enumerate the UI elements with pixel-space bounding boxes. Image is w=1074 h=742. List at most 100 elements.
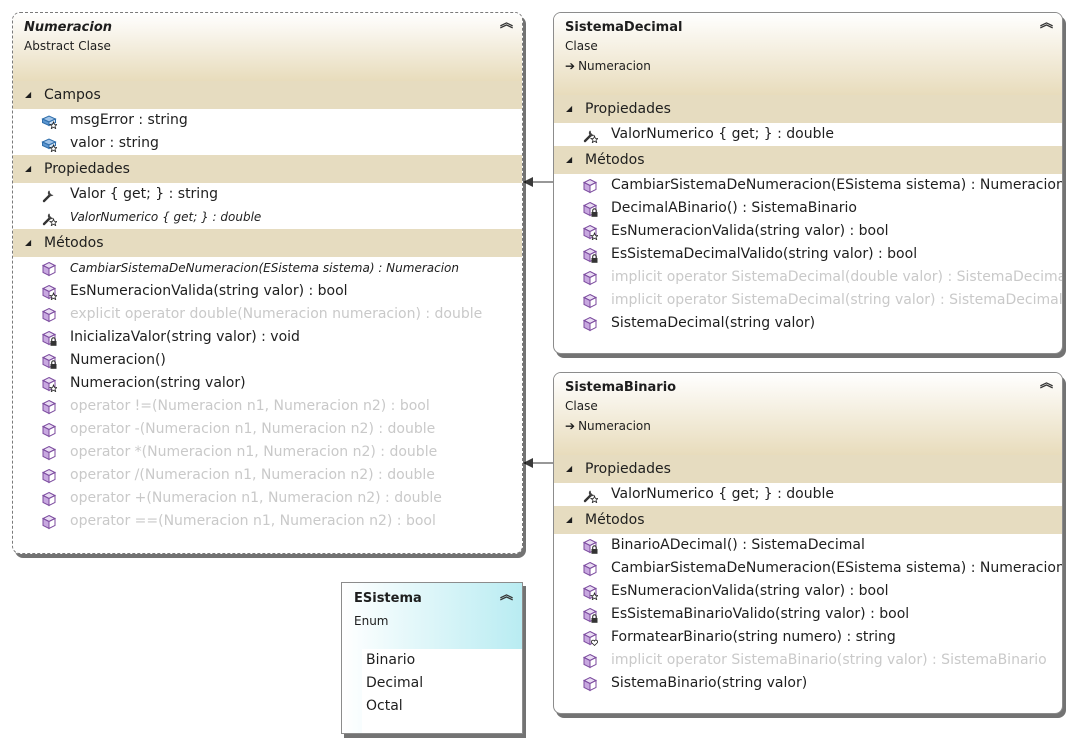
enum-value[interactable]: Octal: [362, 695, 522, 718]
section-header[interactable]: ◢ Métodos: [554, 146, 1062, 174]
member-row[interactable]: operator ==(Numeracion n1, Numeracion n2…: [13, 510, 522, 533]
member-row[interactable]: explicit operator double(Numeracion nume…: [13, 303, 522, 326]
class-stereotype: Clase: [565, 39, 598, 53]
member-row[interactable]: SistemaDecimal(string valor): [554, 312, 1062, 335]
collapse-chevron-icon[interactable]: ︽: [500, 17, 513, 30]
member-row[interactable]: EsSistemaBinarioValido(string valor) : b…: [554, 603, 1062, 626]
method-public-icon: [582, 653, 598, 669]
expand-triangle-icon[interactable]: ◢: [25, 229, 31, 257]
expand-triangle-icon[interactable]: ◢: [566, 146, 572, 174]
property-protected-icon: [41, 210, 59, 227]
member-text: EsSistemaDecimalValido(string valor) : b…: [611, 246, 918, 262]
member-text: Valor { get; } : string: [70, 186, 218, 202]
member-row[interactable]: implicit operator SistemaDecimal(double …: [554, 266, 1062, 289]
enum-value[interactable]: Decimal: [362, 672, 522, 695]
property-protected-icon: [582, 127, 600, 144]
member-row[interactable]: Valor { get; } : string: [13, 183, 522, 206]
member-row[interactable]: EsSistemaDecimalValido(string valor) : b…: [554, 243, 1062, 266]
member-text: CambiarSistemaDeNumeracion(ESistema sist…: [611, 177, 1063, 193]
method-public-icon: [41, 399, 57, 415]
expand-triangle-icon[interactable]: ◢: [566, 506, 572, 534]
base-class: ➔ Numeracion: [565, 56, 1052, 76]
member-text: operator /(Numeracion n1, Numeracion n2)…: [70, 467, 435, 483]
class-header[interactable]: SistemaDecimal Clase ➔ Numeracion ︽: [554, 13, 1062, 95]
expand-triangle-icon[interactable]: ◢: [25, 155, 31, 183]
section-header[interactable]: ◢ Propiedades: [554, 95, 1062, 123]
member-row[interactable]: operator -(Numeracion n1, Numeracion n2)…: [13, 418, 522, 441]
expand-triangle-icon[interactable]: ◢: [25, 81, 31, 109]
member-row[interactable]: implicit operator SistemaBinario(string …: [554, 649, 1062, 672]
field-protected-icon: [41, 136, 59, 153]
method-protected-icon: [582, 224, 600, 241]
member-text: operator ==(Numeracion n1, Numeracion n2…: [70, 513, 436, 529]
method-public-icon: [582, 676, 598, 692]
method-public-icon: [41, 491, 57, 507]
method-protected-icon: [582, 584, 600, 601]
member-row[interactable]: Numeracion(): [13, 349, 522, 372]
inheritance-arrowhead-sistemabinario: [523, 458, 533, 468]
enum-esistema[interactable]: ESistema Enum ︽ Binario Decimal Octal: [341, 582, 523, 734]
member-text: SistemaDecimal(string valor): [611, 315, 816, 331]
class-name: Numeracion: [24, 20, 113, 35]
expand-triangle-icon[interactable]: ◢: [566, 455, 572, 483]
member-row[interactable]: valor : string: [13, 132, 522, 155]
member-row[interactable]: CambiarSistemaDeNumeracion(ESistema sist…: [554, 174, 1062, 197]
member-text: EsNumeracionValida(string valor) : bool: [611, 583, 889, 599]
member-row[interactable]: CambiarSistemaDeNumeracion(ESistema sist…: [13, 257, 522, 280]
section-label: Métodos: [44, 235, 104, 251]
collapse-chevron-icon[interactable]: ︽: [500, 589, 513, 602]
collapse-chevron-icon[interactable]: ︽: [1040, 17, 1053, 30]
method-public-icon: [41, 468, 57, 484]
member-text: Numeracion(): [70, 352, 166, 368]
property-protected-icon: [582, 487, 600, 504]
member-row[interactable]: EsNumeracionValida(string valor) : bool: [554, 580, 1062, 603]
class-header[interactable]: Numeracion Abstract Clase ︽: [13, 13, 522, 81]
member-row[interactable]: EsNumeracionValida(string valor) : bool: [554, 220, 1062, 243]
class-header[interactable]: SistemaBinario Clase ➔ Numeracion ︽: [554, 373, 1062, 455]
class-sistemabinario[interactable]: SistemaBinario Clase ➔ Numeracion ︽ ◢ Prop…: [553, 372, 1063, 714]
section-header[interactable]: ◢ Propiedades: [13, 155, 522, 183]
enum-value[interactable]: Binario: [362, 649, 522, 672]
member-row[interactable]: Numeracion(string valor): [13, 372, 522, 395]
method-private-icon: [582, 538, 598, 554]
section-header[interactable]: ◢ Métodos: [554, 506, 1062, 534]
member-row[interactable]: DecimalABinario() : SistemaBinario: [554, 197, 1062, 220]
member-row[interactable]: FormatearBinario(string numero) : string: [554, 626, 1062, 649]
section-header[interactable]: ◢ Propiedades: [554, 455, 1062, 483]
method-private-icon: [582, 201, 598, 217]
member-row[interactable]: ValorNumerico { get; } : double: [554, 123, 1062, 146]
member-row[interactable]: msgError : string: [13, 109, 522, 132]
method-public-icon: [41, 261, 57, 277]
class-name: SistemaBinario: [565, 380, 677, 395]
class-numeracion[interactable]: Numeracion Abstract Clase ︽ ◢ Campos msgEr…: [12, 12, 523, 554]
member-row[interactable]: operator /(Numeracion n1, Numeracion n2)…: [13, 464, 522, 487]
section-header[interactable]: ◢ Campos: [13, 81, 522, 109]
expand-triangle-icon[interactable]: ◢: [566, 95, 572, 123]
section-header[interactable]: ◢ Métodos: [13, 229, 522, 257]
member-row[interactable]: SistemaBinario(string valor): [554, 672, 1062, 695]
member-row[interactable]: CambiarSistemaDeNumeracion(ESistema sist…: [554, 557, 1062, 580]
member-text: EsSistemaBinarioValido(string valor) : b…: [611, 606, 910, 622]
section-label: Campos: [44, 87, 101, 103]
section-label: Métodos: [585, 512, 645, 528]
member-row[interactable]: BinarioADecimal() : SistemaDecimal: [554, 534, 1062, 557]
member-row[interactable]: operator *(Numeracion n1, Numeracion n2)…: [13, 441, 522, 464]
member-row[interactable]: ValorNumerico { get; } : double: [13, 206, 522, 229]
member-row[interactable]: operator !=(Numeracion n1, Numeracion n2…: [13, 395, 522, 418]
method-public-icon: [582, 316, 598, 332]
member-row[interactable]: ValorNumerico { get; } : double: [554, 483, 1062, 506]
member-text: SistemaBinario(string valor): [611, 675, 808, 691]
collapse-chevron-icon[interactable]: ︽: [1040, 377, 1053, 390]
member-text: operator !=(Numeracion n1, Numeracion n2…: [70, 398, 430, 414]
class-members: ◢ Propiedades ValorNumerico { get; } : dou…: [554, 455, 1062, 695]
member-text: operator *(Numeracion n1, Numeracion n2)…: [70, 444, 438, 460]
class-sistemadecimal[interactable]: SistemaDecimal Clase ➔ Numeracion ︽ ◢ Prop…: [553, 12, 1063, 354]
member-row[interactable]: implicit operator SistemaDecimal(string …: [554, 289, 1062, 312]
member-text: ValorNumerico { get; } : double: [611, 486, 834, 502]
member-row[interactable]: InicializaValor(string valor) : void: [13, 326, 522, 349]
member-text: EsNumeracionValida(string valor) : bool: [70, 283, 348, 299]
member-text: EsNumeracionValida(string valor) : bool: [611, 223, 889, 239]
member-row[interactable]: operator +(Numeracion n1, Numeracion n2)…: [13, 487, 522, 510]
member-row[interactable]: EsNumeracionValida(string valor) : bool: [13, 280, 522, 303]
method-public-icon: [41, 307, 57, 323]
